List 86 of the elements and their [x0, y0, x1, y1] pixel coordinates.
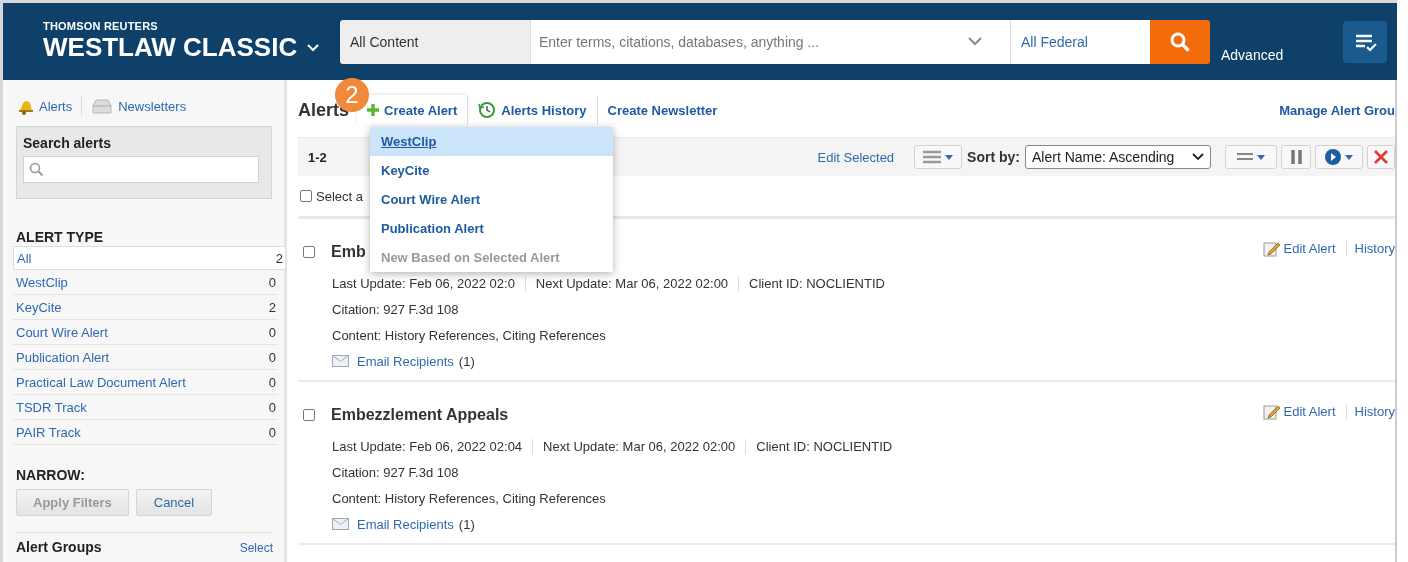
section-heading: NARROW: [16, 467, 86, 483]
plus-icon [367, 104, 380, 116]
select-link[interactable]: Select [239, 541, 273, 555]
search-button[interactable] [1150, 19, 1210, 64]
sort-label: Sort by: [967, 149, 1020, 165]
lines-icon [1237, 153, 1253, 161]
search-icon [1170, 31, 1190, 52]
edit-alert-link[interactable]: Edit Alert [1262, 240, 1346, 257]
close-icon [1374, 150, 1388, 164]
email-recipients-link[interactable]: Email Recipients [357, 353, 454, 369]
caret-icon [1345, 154, 1353, 160]
section-heading: ALERT TYPE [16, 229, 105, 245]
alert-meta: Next Update: Mar 06, 2022 02:00 [524, 275, 739, 291]
recipient-count: (1) [458, 516, 475, 532]
toolbar-link[interactable]: Create Newsletter [596, 95, 728, 125]
filter-item[interactable]: KeyCite 2 [13, 295, 278, 320]
edit-icon [1262, 403, 1281, 420]
search-field[interactable] [23, 156, 259, 183]
filter-item[interactable]: Practical Law Document Alert 0 [13, 370, 278, 395]
play-button[interactable] [1315, 145, 1363, 169]
section-heading: Alert Groups [16, 539, 102, 555]
pause-button[interactable] [1281, 145, 1311, 169]
alert-meta: Client ID: NOCLIENTID [738, 275, 895, 291]
delete-button[interactable] [1367, 145, 1395, 169]
edit-selected-link[interactable]: Edit Selected [817, 149, 895, 165]
filter-item[interactable]: Court Wire Alert 0 [13, 320, 278, 345]
panel-title: Search alerts [23, 135, 112, 151]
search-icon [29, 162, 44, 177]
filter-item[interactable]: PAIR Track 0 [13, 420, 278, 445]
menu-item[interactable]: KeyCite [370, 156, 613, 185]
view-button[interactable] [914, 145, 963, 169]
sidebar-tab[interactable]: Alerts [16, 97, 73, 115]
play-icon [1325, 149, 1341, 165]
checkbox[interactable] [303, 246, 315, 258]
density-button[interactable] [1225, 145, 1277, 169]
menu-item[interactable]: Court Wire Alert [370, 185, 613, 214]
clock-icon [478, 101, 497, 119]
alert-meta: Client ID: NOCLIENTID [745, 438, 903, 454]
history-link[interactable]: History [1345, 241, 1395, 256]
pause-icon [1290, 150, 1302, 164]
search-input[interactable]: Enter terms, citations, databases, anything ... [531, 32, 968, 51]
brand-subtitle: THOMSON REUTERS [43, 20, 159, 32]
alert-title: Embezzlement Appeals [331, 406, 509, 424]
envelope-icon [332, 518, 349, 530]
recipient-count: (1) [458, 353, 475, 369]
caret-icon [1257, 154, 1265, 160]
checkbox-label: Select a [316, 188, 363, 204]
menu-item[interactable]: Publication Alert [370, 214, 613, 243]
advanced-link[interactable]: Advanced [1221, 46, 1284, 63]
sort-dropdown[interactable]: Alert Name: Ascending [1025, 145, 1211, 169]
alert-meta: Last Update: Feb 06, 2022 02:0 [332, 275, 516, 291]
filter-item[interactable]: Publication Alert 0 [13, 345, 278, 370]
alert-citation: Citation: 927 F.3d 108 [332, 464, 459, 480]
alert-citation: Citation: 927 F.3d 108 [332, 301, 459, 317]
tray-icon [91, 97, 114, 115]
menu-item[interactable]: WestClip [370, 127, 613, 156]
jurisdiction-selector[interactable]: All Federal [1010, 19, 1150, 64]
alert-content: Content: History References, Citing References [332, 327, 606, 343]
history-link[interactable]: History [1345, 404, 1395, 419]
toolbar-button[interactable]: Create Alert [357, 95, 468, 125]
menu-item: New Based on Selected Alert [380, 249, 561, 267]
result-range: 1-2 [308, 149, 327, 165]
list-icon [923, 150, 942, 164]
checkbox[interactable] [300, 190, 312, 202]
cancel-button[interactable]: Cancel [135, 489, 213, 516]
filter-item[interactable]: WestClip 0 [13, 270, 278, 295]
content-dropdown[interactable]: All Content [340, 19, 530, 64]
checkbox[interactable] [303, 409, 315, 421]
sidebar-tab[interactable]: Newsletters [91, 97, 187, 115]
filter-item[interactable]: All 2 [13, 246, 285, 270]
email-recipients-link[interactable]: Email Recipients [357, 516, 454, 532]
brand-logo[interactable]: WESTLAW CLASSIC [43, 32, 298, 63]
alert-meta: Next Update: Mar 06, 2022 02:00 [532, 438, 746, 454]
edit-alert-link[interactable]: Edit Alert [1262, 403, 1346, 420]
edit-icon [1262, 240, 1281, 257]
manage-link[interactable]: Manage Alert Grou [1279, 102, 1395, 118]
alert-content: Content: History References, Citing References [332, 490, 606, 506]
toolbar-button[interactable]: Alerts History [467, 95, 597, 125]
search-field[interactable]: Enter terms, citations, databases, anything ... [530, 19, 1010, 64]
filter-item[interactable]: TSDR Track 0 [13, 395, 278, 420]
task-list-button[interactable] [1343, 20, 1387, 63]
envelope-icon [332, 355, 349, 367]
alert-title: Emb [331, 243, 366, 261]
alert-meta: Last Update: Feb 06, 2022 02:04 [332, 438, 524, 454]
caret-icon [945, 154, 954, 160]
chevron-down-icon [1192, 153, 1204, 161]
